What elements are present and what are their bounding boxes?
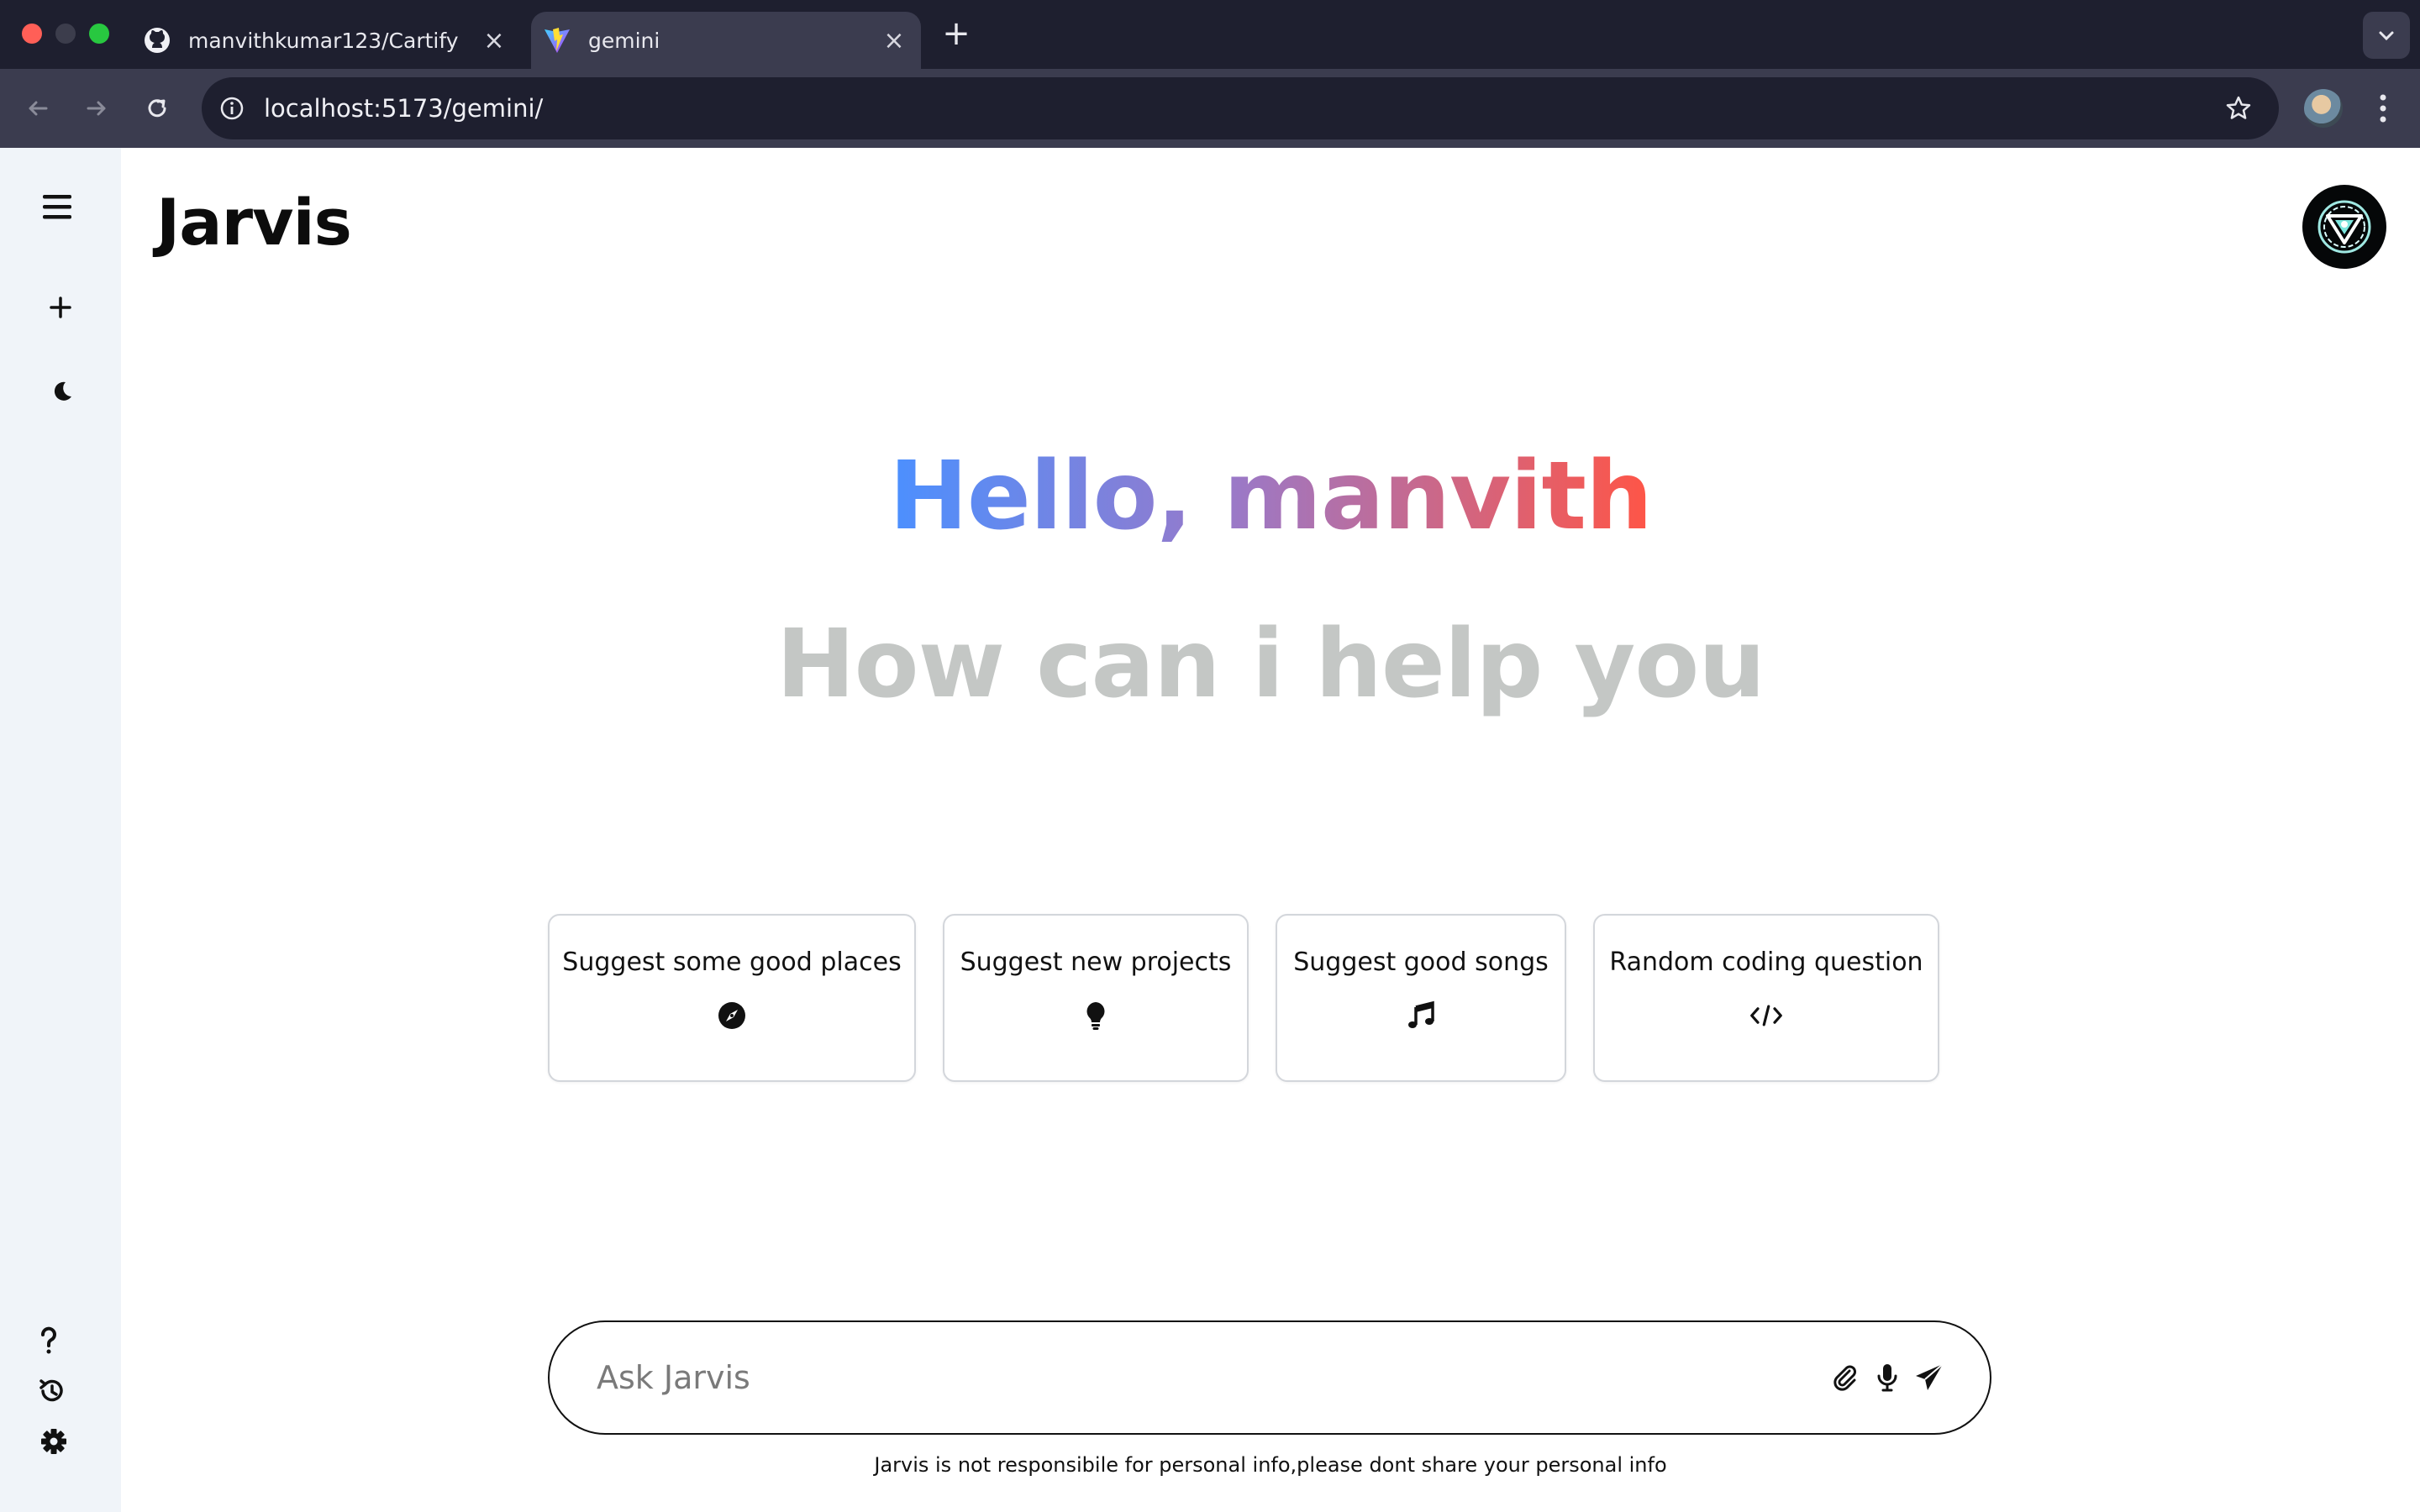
music-icon	[1404, 999, 1438, 1032]
tab-label: manvithkumar123/Cartify	[188, 28, 459, 53]
suggestion-card-projects[interactable]: Suggest new projects	[943, 914, 1249, 1082]
menu-toggle-button[interactable]	[32, 181, 82, 232]
suggestion-card-songs[interactable]: Suggest good songs	[1276, 914, 1566, 1082]
code-icon	[1749, 999, 1783, 1032]
forward-button[interactable]	[76, 87, 118, 129]
arc-reactor-icon	[2317, 200, 2371, 254]
card-label: Suggest good songs	[1293, 948, 1549, 977]
suggestion-card-coding[interactable]: Random coding question	[1593, 914, 1939, 1082]
compass-icon	[715, 999, 749, 1032]
github-icon	[143, 26, 171, 55]
reload-button[interactable]	[136, 87, 178, 129]
kebab-menu-icon	[2380, 94, 2386, 123]
moon-icon	[54, 381, 71, 401]
card-label: Suggest some good places	[562, 948, 902, 977]
tab-search-button[interactable]	[2363, 12, 2410, 59]
hamburger-menu-icon	[43, 195, 71, 219]
suggestion-cards: Suggest some good places Suggest new pro…	[548, 914, 1939, 1082]
help-button[interactable]	[24, 1315, 74, 1366]
prompt-input[interactable]	[597, 1359, 1822, 1396]
profile-avatar[interactable]	[2304, 89, 2343, 128]
tab-github[interactable]: manvithkumar123/Cartify ×	[134, 12, 521, 69]
minimize-window-button[interactable]	[55, 24, 76, 44]
microphone-icon[interactable]	[1869, 1359, 1906, 1396]
subgreeting: How can i help you	[776, 610, 1765, 719]
send-icon[interactable]	[1911, 1359, 1948, 1396]
address-bar[interactable]: localhost:5173/gemini/	[202, 77, 2279, 139]
history-icon	[39, 1379, 63, 1402]
close-icon[interactable]: ×	[877, 24, 911, 57]
gear-icon	[41, 1429, 66, 1454]
tab-gemini[interactable]: gemini ×	[531, 12, 921, 69]
card-label: Random coding question	[1609, 948, 1923, 977]
arrow-left-icon	[29, 101, 48, 116]
app-title: Jarvis	[156, 185, 352, 260]
prompt-bar	[548, 1320, 1991, 1435]
history-button[interactable]	[27, 1366, 77, 1416]
url-text: localhost:5173/gemini/	[264, 94, 544, 123]
close-window-button[interactable]	[22, 24, 42, 44]
plus-icon	[50, 297, 71, 318]
suggestion-card-places[interactable]: Suggest some good places	[548, 914, 916, 1082]
new-chat-button[interactable]	[35, 282, 86, 333]
reload-icon	[148, 99, 166, 118]
new-tab-button[interactable]: +	[938, 14, 975, 53]
greeting-text: Hello, manvith	[889, 442, 1653, 551]
back-button[interactable]	[17, 87, 59, 129]
user-avatar[interactable]	[2302, 185, 2386, 269]
sidebar	[0, 148, 121, 1512]
close-icon[interactable]: ×	[477, 24, 511, 57]
tab-label: gemini	[588, 28, 660, 53]
main-content: Jarvis Hello, manvith How can i help you…	[121, 148, 2420, 1512]
attachment-icon[interactable]	[1827, 1359, 1864, 1396]
disclaimer-text: Jarvis is not responsibile for personal …	[874, 1453, 1667, 1477]
question-icon	[41, 1326, 56, 1354]
card-label: Suggest new projects	[960, 948, 1232, 977]
greeting: Hello, manvith	[121, 442, 2420, 551]
browser-tab-bar: manvithkumar123/Cartify × gemini × +	[0, 0, 2420, 69]
bookmark-star-icon[interactable]	[2220, 90, 2257, 127]
dark-mode-toggle[interactable]	[37, 366, 87, 417]
maximize-window-button[interactable]	[89, 24, 109, 44]
arrow-right-icon	[87, 101, 106, 116]
bulb-icon	[1079, 999, 1113, 1032]
chevron-down-icon	[2379, 31, 2394, 41]
site-info-icon[interactable]	[217, 93, 247, 123]
vite-icon	[543, 26, 571, 55]
browser-toolbar: localhost:5173/gemini/	[0, 69, 2420, 148]
browser-menu-button[interactable]	[2366, 87, 2400, 129]
